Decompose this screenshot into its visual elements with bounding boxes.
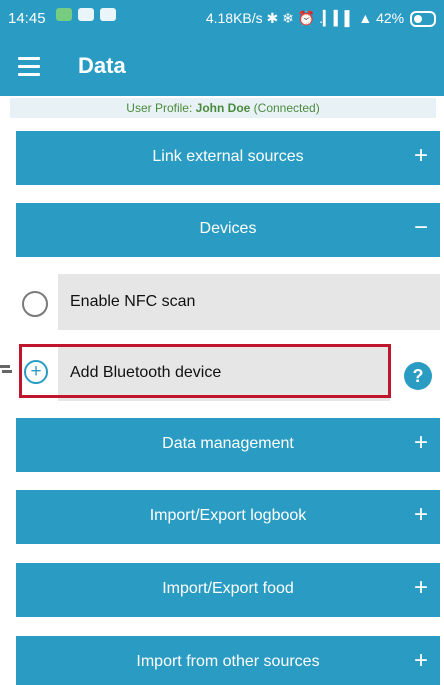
section-label: Import/Export logbook [149, 507, 307, 524]
nfc-radio-icon[interactable] [22, 291, 48, 317]
section-label: Data management [162, 435, 294, 452]
status-bar: 14:45 4.18KB/s ✱ ❄ ⏰ .▎▍▌ ▲ 42% [0, 0, 444, 38]
bluetooth-label: Add Bluetooth device [70, 364, 222, 381]
help-icon[interactable]: ? [404, 362, 432, 390]
message-notification-icon-2 [100, 8, 116, 21]
notification-icons [56, 8, 116, 21]
expand-plus-icon: + [413, 574, 428, 601]
status-time: 14:45 [8, 10, 46, 27]
status-indicators: 4.18KB/s ✱ ❄ ⏰ .▎▍▌ ▲ 42% [205, 10, 436, 28]
enable-nfc-row[interactable]: Enable NFC scan [58, 274, 440, 330]
app-notification-icon [56, 8, 72, 21]
section-import-export-food[interactable]: Import/Export food + [16, 563, 440, 617]
expand-plus-icon: + [413, 647, 428, 674]
section-import-other-sources[interactable]: Import from other sources + [16, 636, 440, 685]
message-notification-icon [78, 8, 94, 21]
section-data-management[interactable]: Data management + [16, 418, 440, 472]
expand-plus-icon: + [413, 501, 428, 528]
collapse-minus-icon: − [413, 214, 428, 241]
add-circle-icon[interactable]: + [24, 360, 48, 384]
expand-plus-icon: + [413, 142, 428, 169]
profile-name: John Doe [195, 101, 251, 115]
nfc-label: Enable NFC scan [70, 293, 196, 310]
hamburger-menu-icon[interactable] [18, 57, 40, 76]
section-label: Import from other sources [136, 653, 320, 670]
section-import-export-logbook[interactable]: Import/Export logbook + [16, 490, 440, 544]
app-bar: Data [0, 38, 444, 96]
status-right-text: 4.18KB/s ✱ ❄ ⏰ .▎▍▌ ▲ 42% [205, 10, 405, 26]
section-link-external-sources[interactable]: Link external sources + [16, 131, 440, 185]
user-profile-banner: User Profile: John Doe (Connected) [10, 98, 436, 118]
expand-plus-icon: + [413, 429, 428, 456]
profile-prefix: User Profile: [126, 101, 196, 115]
section-label: Devices [199, 220, 257, 237]
pointer-hand-icon [0, 364, 14, 376]
section-label: Import/Export food [162, 580, 294, 597]
page-title: Data [78, 53, 126, 78]
add-bluetooth-row[interactable]: Add Bluetooth device [58, 345, 390, 401]
section-devices[interactable]: Devices − [16, 203, 440, 257]
profile-status: (Connected) [250, 101, 320, 115]
section-label: Link external sources [152, 148, 304, 165]
battery-icon [410, 11, 436, 28]
